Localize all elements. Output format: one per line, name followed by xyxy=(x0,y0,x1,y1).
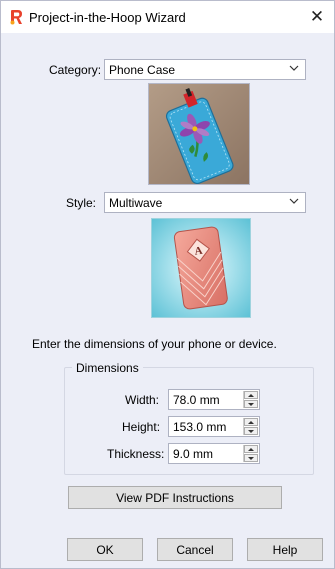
spin-down-icon[interactable] xyxy=(244,427,258,435)
ok-button[interactable]: OK xyxy=(67,538,143,561)
width-stepper[interactable]: 78.0 mm xyxy=(168,389,260,410)
cancel-button[interactable]: Cancel xyxy=(157,538,233,561)
thickness-label: Thickness: xyxy=(107,447,165,461)
phone-case-photo xyxy=(149,84,249,184)
height-label: Height: xyxy=(122,420,161,434)
style-label: Style: xyxy=(66,196,97,210)
category-preview-image xyxy=(148,83,250,185)
width-value: 78.0 mm xyxy=(173,393,220,407)
spin-up-icon[interactable] xyxy=(244,445,258,453)
height-value: 153.0 mm xyxy=(173,420,227,434)
wizard-dialog: Project-in-the-Hoop Wizard ✕ Category: P… xyxy=(0,0,335,569)
thickness-spin-buttons xyxy=(243,445,258,462)
window-title: Project-in-the-Hoop Wizard xyxy=(29,10,186,25)
spin-up-icon[interactable] xyxy=(244,418,258,426)
spin-down-icon[interactable] xyxy=(244,454,258,462)
category-dropdown[interactable]: Phone Case xyxy=(104,59,306,80)
help-button[interactable]: Help xyxy=(247,538,323,561)
multiwave-case-render: A xyxy=(152,219,250,317)
height-stepper[interactable]: 153.0 mm xyxy=(168,416,260,437)
height-spin-buttons xyxy=(243,418,258,435)
chevron-down-icon xyxy=(289,198,299,204)
close-icon: ✕ xyxy=(309,7,325,26)
category-label: Category: xyxy=(49,63,102,77)
view-pdf-instructions-button[interactable]: View PDF Instructions xyxy=(68,486,282,509)
wizard-app-icon xyxy=(10,10,22,25)
category-value: Phone Case xyxy=(109,63,176,77)
svg-text:A: A xyxy=(194,245,204,258)
close-button[interactable]: ✕ xyxy=(300,1,334,33)
instructions-text: Enter the dimensions of your phone or de… xyxy=(32,337,277,351)
title-bar: Project-in-the-Hoop Wizard ✕ xyxy=(1,1,334,33)
chevron-down-icon xyxy=(289,65,299,71)
style-preview-image: A xyxy=(151,218,251,318)
style-value: Multiwave xyxy=(109,196,163,210)
spin-up-icon[interactable] xyxy=(244,391,258,399)
style-dropdown[interactable]: Multiwave xyxy=(104,192,306,213)
spin-down-icon[interactable] xyxy=(244,400,258,408)
thickness-stepper[interactable]: 9.0 mm xyxy=(168,443,260,464)
thickness-value: 9.0 mm xyxy=(173,447,214,461)
width-label: Width: xyxy=(125,393,160,407)
width-spin-buttons xyxy=(243,391,258,408)
dimensions-group-title: Dimensions xyxy=(72,361,143,375)
